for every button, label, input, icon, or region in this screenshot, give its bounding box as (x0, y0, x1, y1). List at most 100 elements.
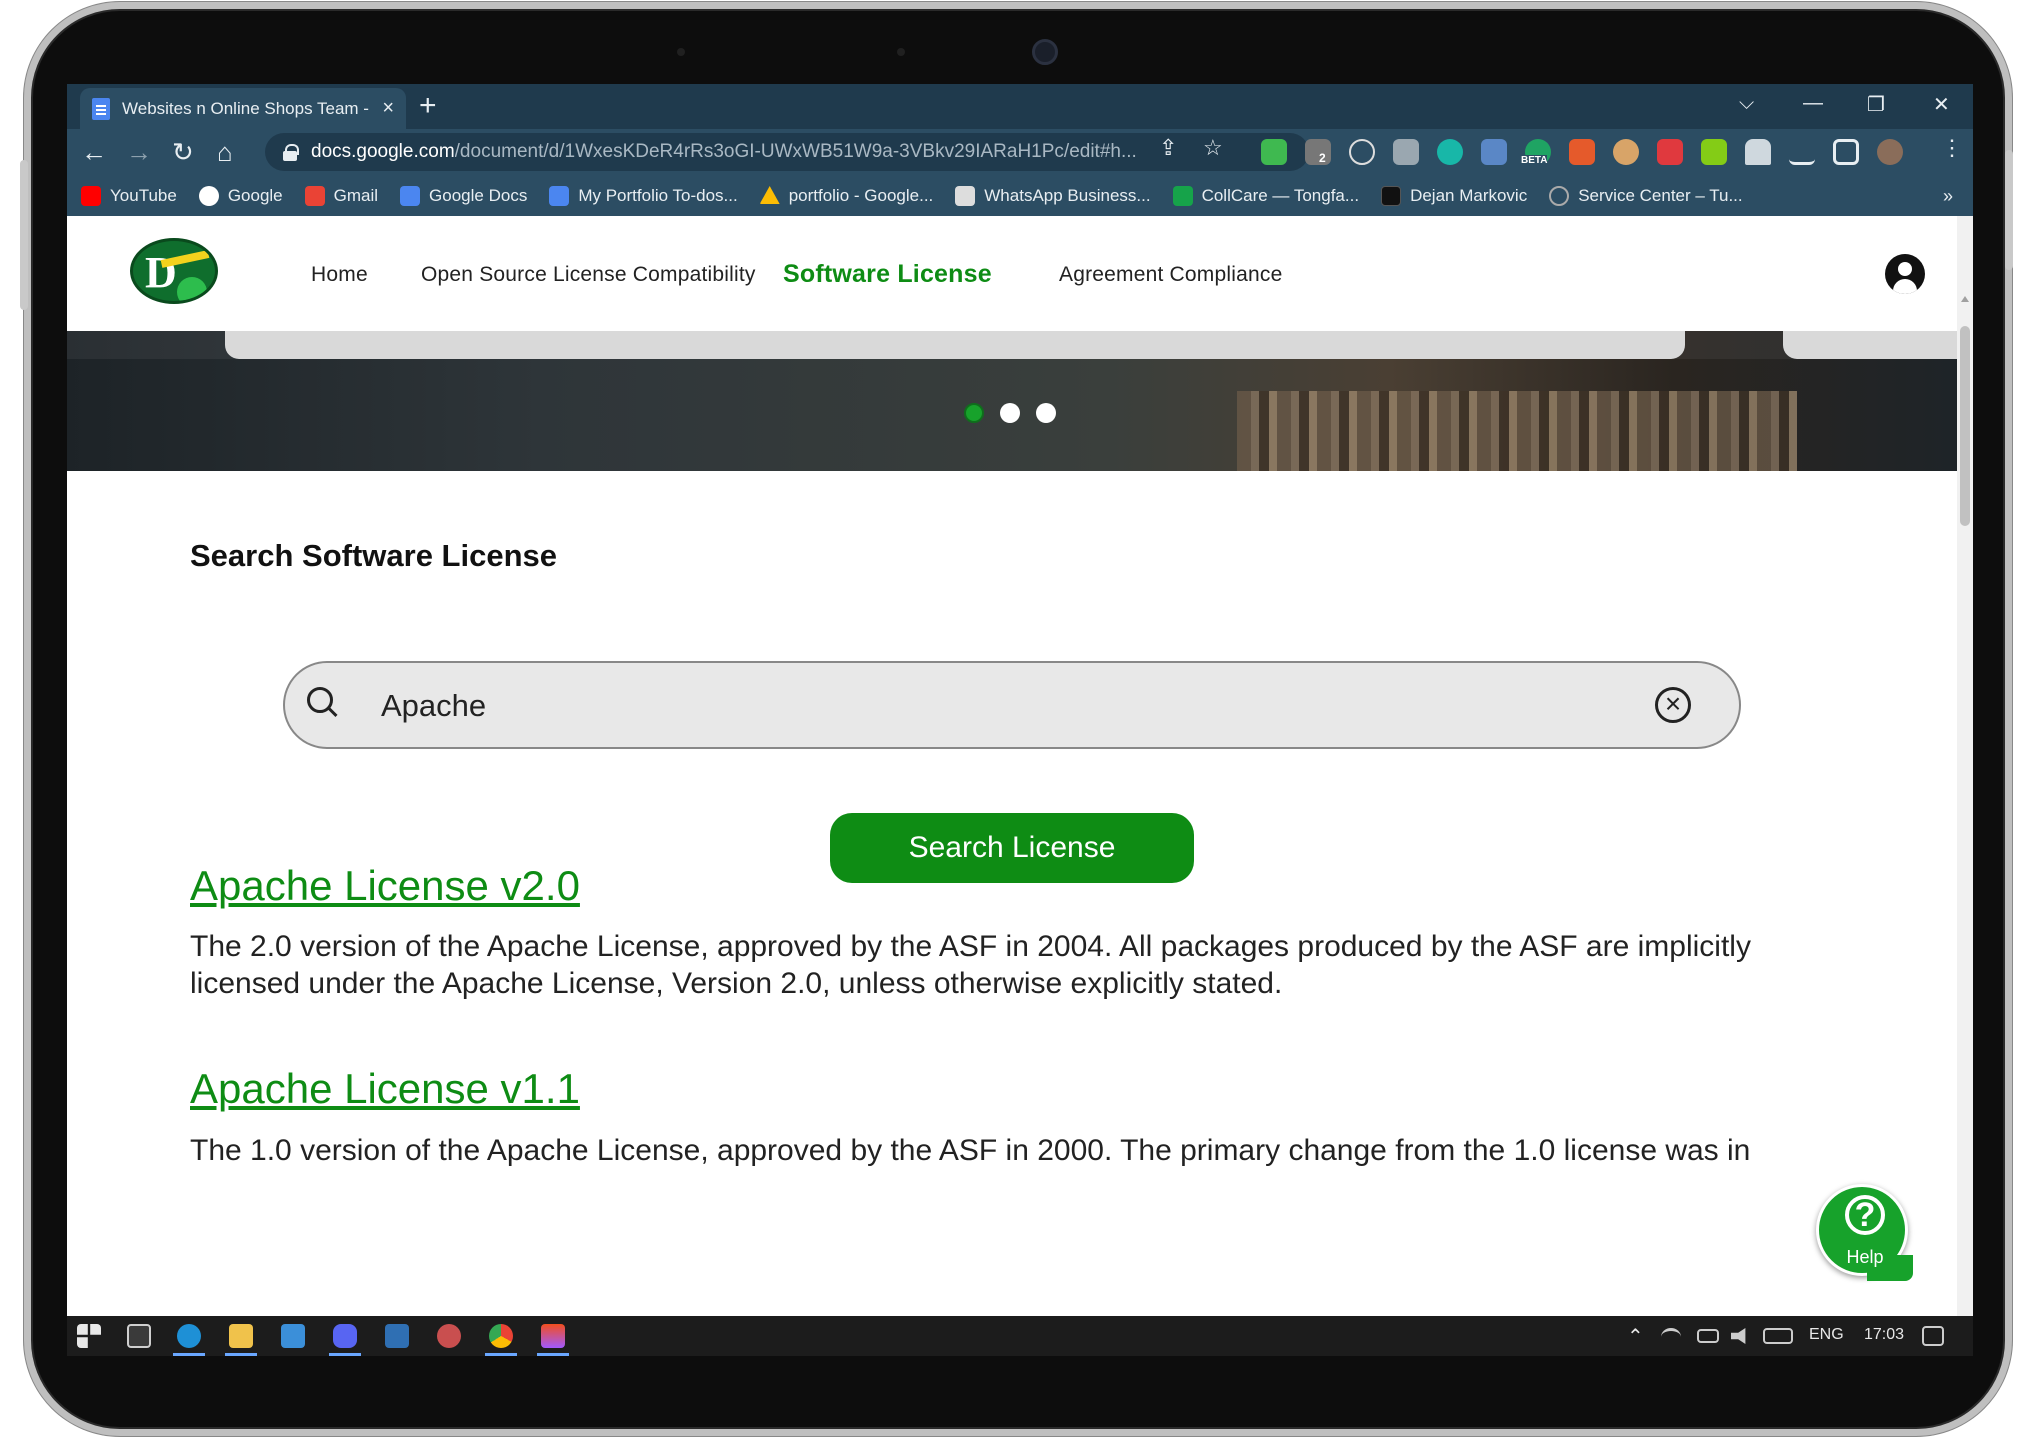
restore-button[interactable]: ❐ (1867, 92, 1885, 117)
running-indicator (537, 1353, 569, 1356)
result-title-link[interactable]: Apache License v2.0 (190, 862, 580, 910)
carousel-dot-2[interactable] (1000, 403, 1020, 423)
carousel-dot-1[interactable] (964, 403, 984, 423)
service-center-icon (1549, 186, 1570, 206)
bookmark-service-center[interactable]: Service Center – Tu... (1549, 186, 1743, 206)
reload-button[interactable]: ↻ (172, 137, 194, 167)
edge-icon[interactable] (177, 1324, 201, 1348)
new-tab-button[interactable]: + (419, 91, 437, 121)
side-panel-icon[interactable] (1833, 139, 1859, 165)
bookmark-dejan-markovic[interactable]: Dejan Markovic (1381, 186, 1527, 206)
tray-overflow-icon[interactable]: ⌃ (1627, 1324, 1644, 1349)
puzzle-icon[interactable] (1745, 139, 1771, 165)
browser-tab[interactable]: Websites n Online Shops Team - × (80, 88, 406, 129)
bookmark-whatsapp-business[interactable]: WhatsApp Business... (955, 186, 1151, 206)
carousel-dot-3[interactable] (1036, 403, 1056, 423)
share-icon[interactable]: ⇪ (1159, 135, 1177, 161)
carousel-card (225, 331, 1685, 359)
page-scrollbar[interactable] (1957, 216, 1973, 1316)
site-logo[interactable]: D (130, 238, 218, 304)
scrollbar-thumb[interactable] (1960, 326, 1970, 526)
download-icon[interactable] (1789, 139, 1815, 165)
volume-icon[interactable] (1731, 1328, 1746, 1344)
tab-close-icon[interactable]: × (382, 97, 394, 120)
battery-icon[interactable] (1697, 1329, 1719, 1343)
extension-icon[interactable]: 2 (1305, 139, 1331, 165)
bookmark-youtube[interactable]: YouTube (81, 186, 177, 206)
keyboard-icon[interactable] (1763, 1328, 1793, 1344)
bookmark-google[interactable]: Google (198, 186, 283, 206)
section-title: Search Software License (190, 538, 557, 573)
website-viewport: D Home Open Source License Compatibility… (67, 216, 1973, 1316)
bookmark-google-docs[interactable]: Google Docs (400, 186, 527, 206)
google-drive-icon (759, 186, 780, 204)
eyes-extension-icon[interactable] (1613, 139, 1639, 165)
wifi-icon[interactable] (1661, 1328, 1681, 1346)
clock[interactable]: 17:03 (1864, 1326, 1904, 1344)
minimize-button[interactable]: — (1803, 92, 1823, 115)
bookmarks-overflow-icon[interactable]: » (1943, 186, 1953, 207)
bookmark-portfolio-drive[interactable]: portfolio - Google... (759, 186, 933, 206)
google-docs-icon (400, 186, 421, 206)
screen: Websites n Online Shops Team - × + ⌵ — ❐… (67, 84, 1973, 1356)
carousel-card-next (1783, 331, 1973, 359)
figma-icon[interactable] (541, 1324, 565, 1348)
hero-books-image (1237, 391, 1797, 471)
nav-home[interactable]: Home (311, 263, 368, 287)
grid-extension-icon[interactable] (1481, 139, 1507, 165)
logo-circle (177, 277, 207, 301)
side-button (20, 160, 28, 310)
bookmark-portfolio-todos[interactable]: My Portfolio To-dos... (549, 186, 738, 206)
extension-badge: 2 (1319, 151, 1326, 165)
record-extension-icon[interactable] (1657, 139, 1683, 165)
outlook-icon[interactable] (385, 1324, 409, 1348)
account-icon[interactable] (1885, 254, 1925, 294)
file-explorer-icon[interactable] (229, 1324, 253, 1348)
logo-letter-d: D (145, 248, 177, 297)
search-license-button[interactable]: Search License (830, 813, 1194, 883)
d-extension-icon[interactable] (1701, 139, 1727, 165)
mail-icon[interactable] (281, 1324, 305, 1348)
close-window-button[interactable]: ✕ (1933, 92, 1950, 117)
nav-agreement-compliance[interactable]: Agreement Compliance (1059, 263, 1282, 287)
paint-icon[interactable] (437, 1324, 461, 1348)
gmail-icon (304, 186, 325, 206)
browser-tab-strip: Websites n Online Shops Team - × + ⌵ — ❐… (67, 84, 1973, 129)
running-indicator (173, 1353, 205, 1356)
profile-avatar[interactable] (1877, 139, 1903, 165)
help-button[interactable]: ? Help (1816, 1184, 1913, 1281)
beta-extension-icon[interactable]: BETA (1521, 139, 1551, 166)
language-indicator[interactable]: ENG (1809, 1326, 1844, 1344)
front-camera (1032, 39, 1058, 65)
scroll-up-arrow-icon[interactable] (1961, 296, 1969, 302)
help-question-icon: ? (1845, 1195, 1885, 1235)
shield-extension-icon[interactable] (1261, 139, 1287, 165)
home-button[interactable]: ⌂ (217, 137, 233, 167)
speaker-extension-icon[interactable] (1569, 139, 1595, 165)
back-button[interactable]: ← (81, 137, 107, 167)
result-title-link[interactable]: Apache License v1.1 (190, 1065, 580, 1113)
browser-menu-icon[interactable]: ⋮ (1941, 135, 1963, 161)
tab-search-icon[interactable]: ⌵ (1739, 92, 1754, 115)
bookmarks-bar: YouTube Google Gmail Google Docs My Port… (67, 176, 1973, 216)
camera-extension-icon[interactable] (1393, 139, 1419, 165)
clear-search-icon[interactable]: × (1655, 687, 1691, 723)
nav-open-source-compatibility[interactable]: Open Source License Compatibility (421, 263, 756, 287)
m-extension-icon[interactable] (1437, 139, 1463, 165)
collcare-icon (1172, 186, 1193, 206)
windows-start-icon[interactable] (77, 1324, 101, 1348)
nav-software-license[interactable]: Software License (783, 260, 992, 289)
widgets-icon[interactable] (127, 1324, 151, 1348)
w-extension-icon[interactable] (1349, 139, 1375, 165)
notification-icon[interactable] (1922, 1326, 1944, 1346)
search-icon[interactable] (307, 687, 337, 717)
bookmark-collcare[interactable]: CollCare — Tongfa... (1172, 186, 1359, 206)
chrome-icon[interactable] (489, 1324, 513, 1348)
discord-icon[interactable] (333, 1324, 357, 1348)
forward-button[interactable]: → (126, 137, 152, 167)
license-search-input[interactable] (381, 679, 1581, 733)
address-bar[interactable]: docs.google.com /document/d/1WxesKDeR4rR… (265, 133, 1309, 171)
running-indicator (329, 1353, 361, 1356)
bookmark-gmail[interactable]: Gmail (304, 186, 378, 206)
bookmark-star-icon[interactable]: ☆ (1203, 135, 1223, 161)
